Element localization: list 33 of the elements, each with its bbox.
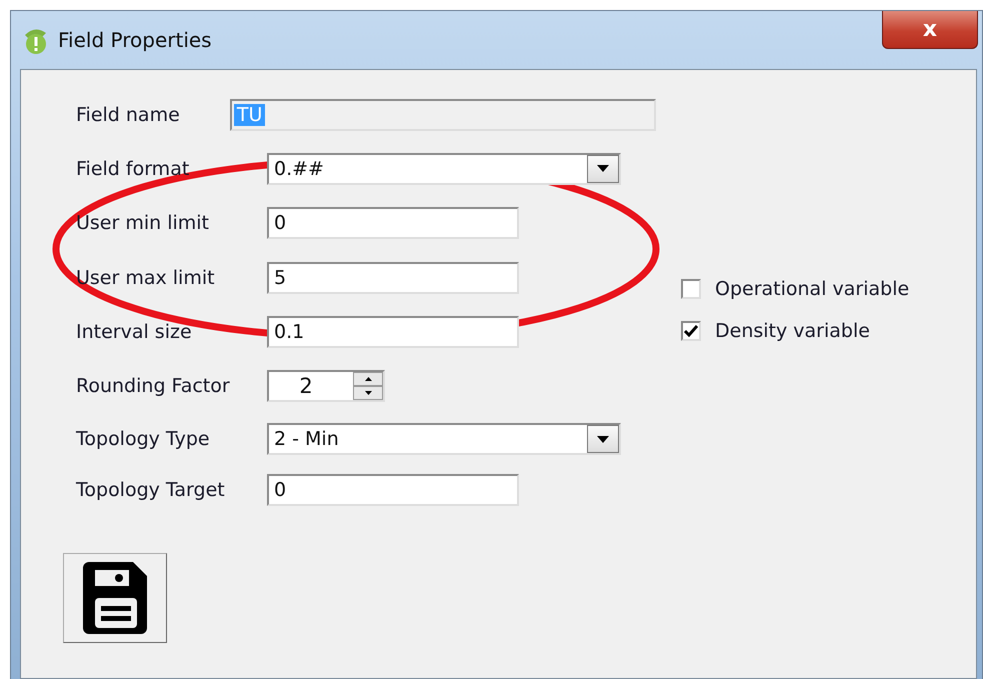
text-field[interactable]: 0.1 [267, 316, 519, 348]
field-label: Rounding Factor [76, 374, 231, 396]
dropdown-button[interactable] [587, 154, 619, 182]
checkbox-label: Operational variable [715, 278, 910, 300]
save-button[interactable] [63, 553, 167, 643]
spinner-field[interactable]: 2 [267, 370, 385, 402]
text-field[interactable]: 5 [267, 262, 519, 294]
text-field[interactable]: 0 [267, 474, 519, 506]
close-button[interactable]: x [882, 11, 978, 49]
save-icon [81, 560, 149, 636]
dropdown-caret-icon [597, 165, 609, 172]
field-label: Field format [76, 158, 190, 180]
window-title: Field Properties [58, 28, 212, 52]
field-label: Interval size [76, 320, 193, 342]
selected-text: TU [234, 104, 266, 126]
dropdown-button[interactable] [587, 425, 619, 453]
field-label: Topology Type [76, 428, 211, 450]
field-label: User min limit [76, 212, 210, 234]
field-label: Field name [76, 104, 181, 126]
checkbox[interactable] [681, 321, 701, 341]
checkbox[interactable] [681, 279, 701, 299]
text-field[interactable]: 0 [267, 207, 519, 239]
field-label: Topology Target [76, 479, 226, 501]
checkbox-label: Density variable [715, 320, 870, 342]
spin-up-button[interactable] [353, 372, 383, 386]
dropdown-caret-icon [597, 436, 609, 442]
checkmark-icon [684, 325, 698, 337]
down-arrow-icon [364, 390, 372, 394]
dropdown-field[interactable]: 2 - Min [267, 423, 621, 455]
dropdown-field[interactable]: 0.## [267, 152, 621, 184]
field-label: User max limit [76, 266, 216, 288]
spin-down-button[interactable] [353, 386, 383, 400]
up-arrow-icon [364, 376, 372, 380]
